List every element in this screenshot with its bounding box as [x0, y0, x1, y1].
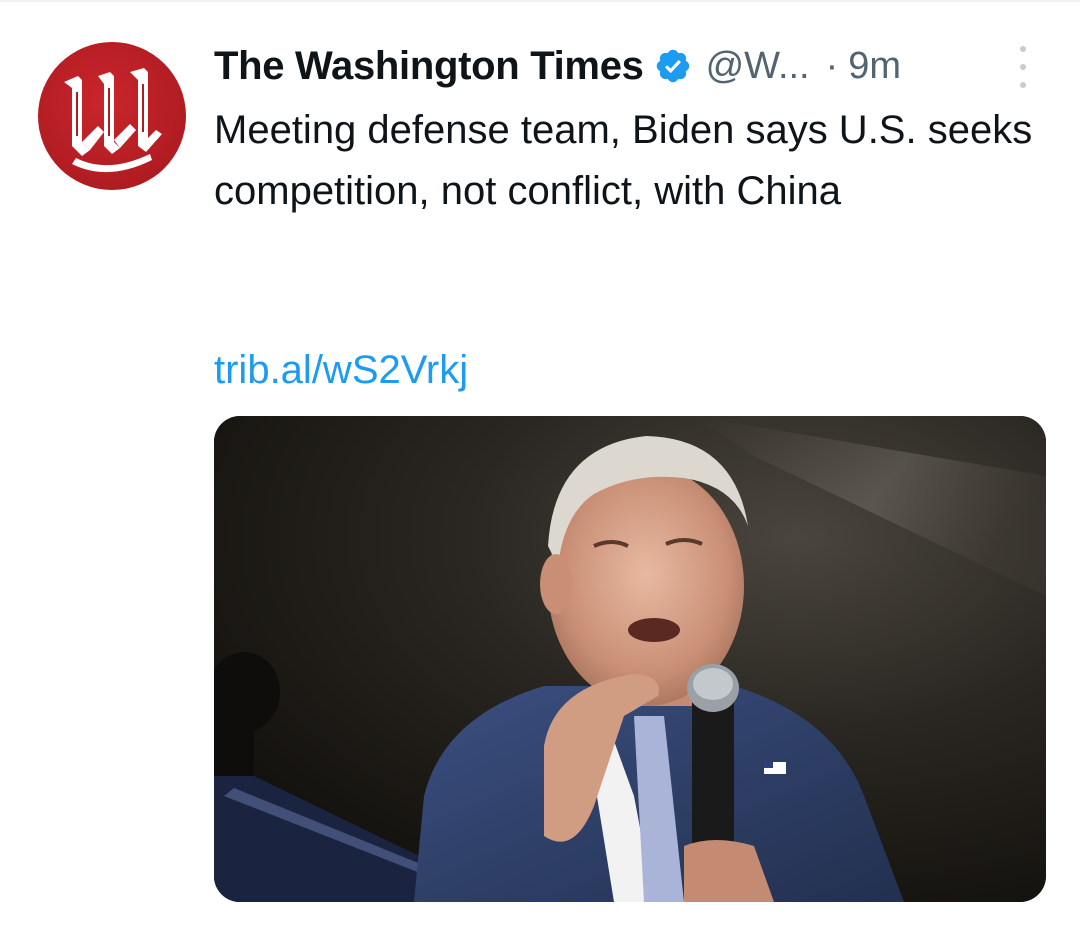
separator-dot: · [825, 44, 839, 87]
tweet-link[interactable]: trib.al/wS2Vrkj [214, 342, 468, 398]
handle[interactable]: @W... [706, 45, 810, 88]
timestamp[interactable]: 9m [848, 45, 901, 88]
display-name[interactable]: The Washington Times [214, 44, 644, 89]
tweet-media-image[interactable] [214, 416, 1046, 902]
verified-badge-icon [654, 47, 692, 85]
tweet-text: Meeting defense team, Biden says U.S. se… [214, 108, 1033, 213]
tweet-header: The Washington Times @W... · 9m [214, 38, 1044, 94]
top-divider [0, 0, 1080, 2]
washington-times-logo-icon [64, 68, 162, 173]
more-options-icon[interactable] [1010, 44, 1036, 90]
avatar[interactable] [38, 42, 186, 190]
